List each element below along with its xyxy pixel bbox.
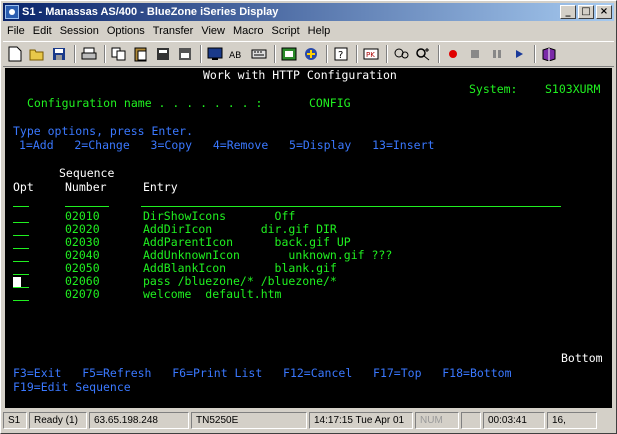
entry-input-field[interactable] <box>141 206 561 207</box>
session-manager-icon[interactable] <box>301 44 321 64</box>
number-column-header: Number <box>65 180 107 194</box>
status-blank <box>461 411 481 429</box>
option-input-field[interactable] <box>13 235 29 236</box>
configuration-name-label: Configuration name . . . . . . . : <box>27 96 263 110</box>
pause-icon[interactable] <box>487 44 507 64</box>
status-ready: Ready (1) <box>29 411 87 429</box>
maximize-button[interactable]: □ <box>578 5 594 19</box>
toolbar-separator <box>200 45 202 63</box>
status-cursor-position: 16, <box>547 411 597 429</box>
close-button[interactable]: × <box>596 5 612 19</box>
toolbar-separator <box>356 45 358 63</box>
option-input-field[interactable] <box>13 222 29 223</box>
toolbar-separator <box>274 45 276 63</box>
title-bar[interactable]: S1 - Manassas AS/400 - BlueZone iSeries … <box>3 3 614 21</box>
toolbar: AB ? PK <box>3 41 614 67</box>
status-terminal-type: TN5250E <box>191 411 307 429</box>
display-icon[interactable] <box>205 44 225 64</box>
menu-view[interactable]: View <box>197 25 229 37</box>
toolbar-separator <box>74 45 76 63</box>
paste-special-icon[interactable] <box>175 44 195 64</box>
window-title: S1 - Manassas AS/400 - BlueZone iSeries … <box>22 6 279 18</box>
properties-icon[interactable] <box>279 44 299 64</box>
hotspot-icon[interactable]: AB <box>227 44 247 64</box>
system-label: System: <box>469 82 518 96</box>
sequence-header-top: Sequence <box>59 166 115 180</box>
row-entry: welcome default.htm <box>143 287 282 301</box>
bluezone-app-icon[interactable] <box>5 5 19 19</box>
opt-column-header: Opt <box>13 180 34 194</box>
instructions-text: Type options, press Enter. <box>13 124 194 138</box>
function-keys-line-1: F3=Exit F5=Refresh F6=Print List F12=Can… <box>13 366 512 380</box>
status-bar: S1 Ready (1) 63.65.198.248 TN5250E 14:17… <box>3 410 614 430</box>
kiosk-icon[interactable]: PK <box>361 44 381 64</box>
option-input-field[interactable] <box>13 300 29 301</box>
menu-options[interactable]: Options <box>103 25 149 37</box>
help-icon[interactable]: ? <box>331 44 351 64</box>
save-icon[interactable] <box>49 44 69 64</box>
menu-session[interactable]: Session <box>56 25 103 37</box>
status-elapsed-time: 00:03:41 <box>483 411 545 429</box>
bottom-indicator: Bottom <box>561 351 603 365</box>
keyboard-icon[interactable] <box>249 44 269 64</box>
toolbar-separator <box>326 45 328 63</box>
svg-text:?: ? <box>338 50 343 61</box>
option-codes: 1=Add 2=Change 3=Copy 4=Remove 5=Display… <box>19 138 435 152</box>
entry-column-header: Entry <box>143 180 178 194</box>
toolbar-separator <box>386 45 388 63</box>
row-sequence-number: 02070 <box>65 287 100 301</box>
sequence-input-field[interactable] <box>65 206 109 207</box>
new-session-icon[interactable] <box>5 44 25 64</box>
terminal-screen[interactable]: Work with HTTP Configuration System: S10… <box>5 68 612 408</box>
app-window: S1 - Manassas AS/400 - BlueZone iSeries … <box>0 0 617 434</box>
stop-icon[interactable] <box>465 44 485 64</box>
open-icon[interactable] <box>27 44 47 64</box>
zoom-icon[interactable] <box>413 44 433 64</box>
toolbar-separator <box>104 45 106 63</box>
play-icon[interactable] <box>509 44 529 64</box>
copy-icon[interactable] <box>109 44 129 64</box>
copy-append-icon[interactable] <box>153 44 173 64</box>
status-session: S1 <box>3 411 27 429</box>
svg-text:PK: PK <box>366 51 375 59</box>
book-icon[interactable] <box>539 44 559 64</box>
minimize-button[interactable]: _ <box>560 5 576 19</box>
option-input-field[interactable] <box>13 287 29 288</box>
option-input-field[interactable] <box>13 274 29 275</box>
menu-file[interactable]: File <box>3 25 29 37</box>
status-num-lock: NUM <box>415 411 459 429</box>
find-icon[interactable] <box>391 44 411 64</box>
svg-text:AB: AB <box>229 51 241 61</box>
menu-help[interactable]: Help <box>304 25 335 37</box>
opt-input-field[interactable] <box>13 206 29 207</box>
paste-icon[interactable] <box>131 44 151 64</box>
menu-macro[interactable]: Macro <box>229 25 268 37</box>
menu-transfer[interactable]: Transfer <box>149 25 198 37</box>
option-input-field[interactable] <box>13 261 29 262</box>
status-clock: 14:17:15 Tue Apr 01 <box>309 411 413 429</box>
screen-heading: Work with HTTP Configuration <box>203 68 397 82</box>
menu-edit[interactable]: Edit <box>29 25 56 37</box>
status-host: 63.65.198.248 <box>89 411 189 429</box>
menu-script[interactable]: Script <box>268 25 304 37</box>
toolbar-separator <box>534 45 536 63</box>
configuration-name-value: CONFIG <box>309 96 351 110</box>
function-keys-line-2: F19=Edit Sequence <box>13 380 131 394</box>
toolbar-separator <box>438 45 440 63</box>
option-input-field[interactable] <box>13 248 29 249</box>
print-screen-icon[interactable] <box>79 44 99 64</box>
system-value: S103XURM <box>545 82 601 96</box>
record-icon[interactable] <box>443 44 463 64</box>
menu-bar: File Edit Session Options Transfer View … <box>3 22 614 40</box>
